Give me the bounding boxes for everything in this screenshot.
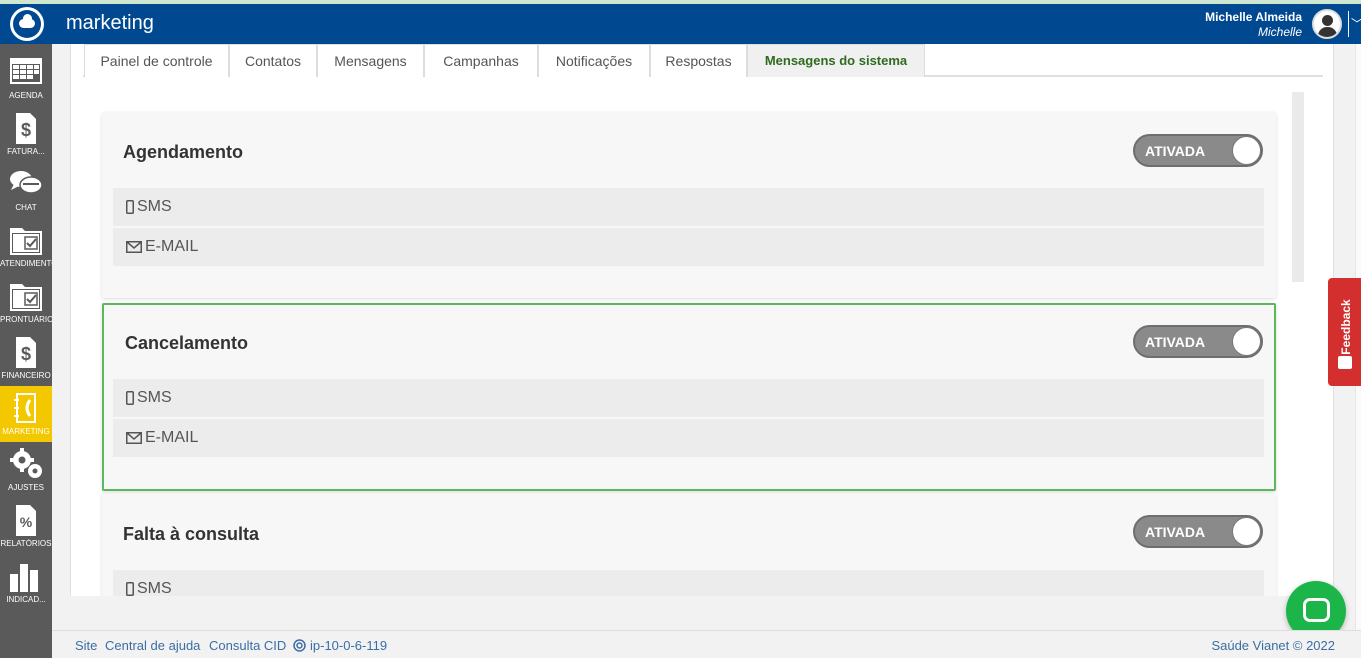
svg-text:$: $ xyxy=(21,344,31,364)
smile-icon xyxy=(1338,356,1352,369)
svg-text:%: % xyxy=(20,514,33,530)
message-card-cancelamento[interactable]: Cancelamento ATIVADA SMS E-MAIL xyxy=(102,303,1276,491)
top-header: marketing Michelle Almeida Michelle ﹀ xyxy=(0,4,1361,44)
sms-row[interactable]: SMS xyxy=(113,188,1264,226)
gears-icon xyxy=(10,448,42,478)
sidebar-item-label: FATURA... xyxy=(7,147,45,156)
dollar-document-icon: $ xyxy=(16,337,36,368)
folder-check-icon xyxy=(10,284,42,311)
sms-label: SMS xyxy=(137,198,172,215)
chevron-down-icon[interactable]: ﹀ xyxy=(1348,11,1361,37)
footer-server-id[interactable]: ip-10-0-6-119 xyxy=(310,638,387,653)
sidebar-item-label: AJUSTES xyxy=(7,483,44,492)
toggle-knob xyxy=(1232,136,1261,165)
sidebar-item-label: AGENDA xyxy=(9,91,43,100)
tab-painel-de-controle[interactable]: Painel de controle xyxy=(84,44,229,77)
toggle-label: ATIVADA xyxy=(1145,143,1206,159)
status-toggle[interactable]: ATIVADA xyxy=(1133,134,1263,167)
sms-label: SMS xyxy=(137,580,172,596)
user-name[interactable]: Michelle Almeida xyxy=(1205,10,1302,24)
sidebar-item-label: INDICAD... xyxy=(6,595,46,604)
sidebar-item-faturamento[interactable]: $ FATURA... xyxy=(0,106,52,162)
tab-mensagens-do-sistema[interactable]: Mensagens do sistema xyxy=(747,44,925,77)
email-label: E-MAIL xyxy=(145,429,199,446)
lifebuoy-icon xyxy=(293,639,306,652)
sidebar-item-ajustes[interactable]: AJUSTES xyxy=(0,442,52,498)
footer-link-site[interactable]: Site xyxy=(75,638,97,653)
sidebar-item-financeiro[interactable]: $ FINANCEIRO xyxy=(0,330,52,386)
message-card-falta-a-consulta[interactable]: Falta à consulta ATIVADA SMS xyxy=(102,494,1276,596)
mobile-phone-icon xyxy=(126,199,134,214)
email-label: E-MAIL xyxy=(145,238,199,255)
copyright: Saúde Vianet © 2022 xyxy=(1211,638,1335,653)
email-row[interactable]: E-MAIL xyxy=(113,228,1264,266)
tab-contatos[interactable]: Contatos xyxy=(229,44,317,77)
sidebar-item-agenda[interactable]: AGENDA xyxy=(0,50,52,106)
sidebar-item-label: PRONTUÁRIO xyxy=(0,315,52,324)
status-toggle[interactable]: ATIVADA xyxy=(1133,325,1263,358)
sidebar-item-atendimento[interactable]: ATENDIMENTO xyxy=(0,218,52,274)
sidebar-item-relatorios[interactable]: % RELATÓRIOS xyxy=(0,498,52,554)
feedback-button[interactable]: Feedback xyxy=(1328,278,1361,386)
user-login[interactable]: Michelle xyxy=(1258,25,1302,39)
phone-book-icon xyxy=(14,393,36,423)
toggle-knob xyxy=(1232,327,1261,356)
sidebar-item-chat[interactable]: CHAT xyxy=(0,162,52,218)
status-toggle[interactable]: ATIVADA xyxy=(1133,515,1263,548)
main-content: Painel de controle Contatos Mensagens Ca… xyxy=(70,44,1334,596)
toggle-label: ATIVADA xyxy=(1145,334,1206,350)
toggle-knob xyxy=(1232,517,1261,546)
card-title: Cancelamento xyxy=(125,333,249,353)
percent-document-icon: % xyxy=(16,505,36,536)
scrollbar[interactable] xyxy=(1292,92,1304,282)
sidebar-item-marketing[interactable]: MARKETING xyxy=(0,386,52,442)
email-row[interactable]: E-MAIL xyxy=(113,419,1264,457)
tab-notificacoes[interactable]: Notificações xyxy=(538,44,650,77)
envelope-icon xyxy=(126,431,142,444)
card-title: Agendamento xyxy=(123,142,244,162)
mobile-phone-icon xyxy=(126,581,134,596)
sms-row[interactable]: SMS xyxy=(113,570,1264,596)
footer-link-central-de-ajuda[interactable]: Central de ajuda xyxy=(105,638,200,653)
calendar-icon xyxy=(10,58,42,84)
cloud-logo-icon[interactable] xyxy=(10,7,44,41)
footer-link-consulta-cid[interactable]: Consulta CID xyxy=(209,638,286,653)
dollar-document-icon: $ xyxy=(16,113,36,144)
card-title: Falta à consulta xyxy=(123,524,260,544)
envelope-icon xyxy=(126,240,142,253)
svg-text:$: $ xyxy=(21,120,31,140)
sidebar-item-label: RELATÓRIOS xyxy=(0,539,52,548)
sidebar: AGENDA $ FATURA... CHAT ATENDIMENTO PRON… xyxy=(0,44,52,658)
tab-respostas[interactable]: Respostas xyxy=(650,44,747,77)
message-card-agendamento[interactable]: Agendamento ATIVADA SMS E-MAIL xyxy=(102,112,1276,298)
tab-mensagens[interactable]: Mensagens xyxy=(317,44,424,77)
sidebar-item-label: FINANCEIRO xyxy=(1,371,51,380)
feedback-label: Feedback xyxy=(1339,299,1353,355)
chat-bubble-icon xyxy=(1303,598,1330,622)
sidebar-item-label: ATENDIMENTO xyxy=(0,259,52,268)
tab-bar: Painel de controle Contatos Mensagens Ca… xyxy=(83,44,1323,77)
sidebar-item-prontuario[interactable]: PRONTUÁRIO xyxy=(0,274,52,330)
sidebar-item-indicadores[interactable]: INDICAD... xyxy=(0,554,52,610)
bar-chart-icon xyxy=(10,564,38,592)
sidebar-item-label: MARKETING xyxy=(2,427,50,436)
chat-icon xyxy=(10,171,43,194)
page-title: marketing xyxy=(66,12,154,34)
sidebar-item-label: CHAT xyxy=(15,203,37,212)
folder-check-icon xyxy=(10,228,42,255)
footer: Site Central de ajuda Consulta CID ip-10… xyxy=(52,630,1361,658)
avatar[interactable] xyxy=(1312,9,1342,39)
sms-row[interactable]: SMS xyxy=(113,379,1264,417)
mobile-phone-icon xyxy=(126,390,134,405)
toggle-label: ATIVADA xyxy=(1145,524,1206,540)
sms-label: SMS xyxy=(137,389,172,406)
tab-campanhas[interactable]: Campanhas xyxy=(424,44,538,77)
